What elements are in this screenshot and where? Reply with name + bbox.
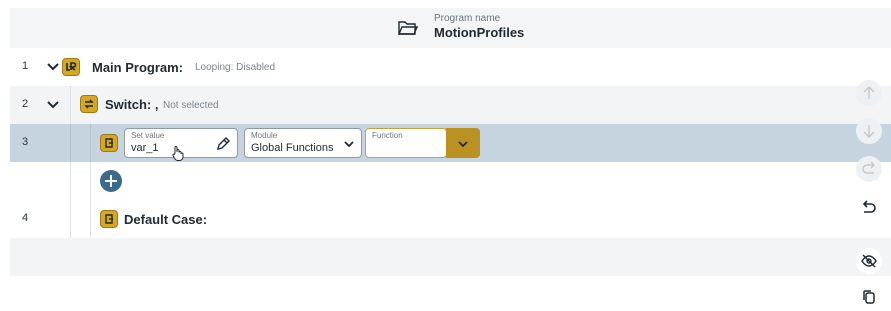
line-number: 2	[22, 98, 29, 110]
chevron-down-icon	[344, 141, 354, 148]
copy-button[interactable]	[856, 284, 882, 310]
hide-button[interactable]	[856, 248, 882, 274]
tree-row-main-program[interactable]: 1 Main Program: Looping: Disabled	[10, 48, 891, 86]
node-icon	[100, 134, 118, 152]
eye-off-icon	[861, 254, 877, 268]
switch-status: Not selected	[163, 100, 219, 111]
line-number: 1	[22, 60, 29, 72]
program-name: MotionProfiles	[434, 25, 525, 40]
ur-logo-icon	[62, 58, 80, 76]
switch-title: Switch: ,	[105, 97, 159, 112]
tree-row-default-case[interactable]: 4 Default Case:	[10, 200, 891, 238]
chevron-down-icon[interactable]	[46, 60, 60, 74]
node-icon	[100, 210, 118, 228]
module-select[interactable]: Module Global Functions	[244, 128, 362, 158]
tree-guide	[70, 86, 71, 124]
line-number: 3	[22, 136, 29, 148]
tree-row-switch[interactable]: 2 Switch: , Not selected	[10, 86, 891, 124]
module-label: Module	[251, 131, 278, 140]
set-value-value: var_1	[131, 142, 159, 154]
move-down-button[interactable]	[856, 118, 882, 144]
function-label: Function	[372, 131, 403, 140]
tree-guide	[90, 200, 91, 238]
looping-status: Looping: Disabled	[195, 62, 276, 73]
function-select[interactable]: Function	[365, 128, 447, 158]
tree-row-empty	[10, 238, 891, 276]
default-case-title: Default Case:	[124, 212, 208, 227]
tree-guide	[90, 124, 91, 162]
move-up-button[interactable]	[856, 80, 882, 106]
main-program-title: Main Program:	[92, 60, 184, 75]
tree-row-add	[10, 162, 891, 200]
tree-row-set-value[interactable]: 3 Set value var_1 Module Global Function…	[10, 124, 891, 162]
tree-guide	[70, 162, 71, 200]
program-name-label: Program name	[434, 13, 501, 24]
tree-guide	[70, 200, 71, 238]
line-number: 4	[22, 212, 29, 224]
arrow-up-icon	[863, 86, 875, 99]
undo-button[interactable]	[856, 194, 882, 220]
tree-guide	[70, 124, 71, 162]
folder-icon	[398, 21, 418, 35]
program-header: Program name MotionProfiles	[10, 8, 891, 48]
tree-guide	[90, 162, 91, 200]
undo-icon	[862, 200, 876, 213]
function-dropdown-button[interactable]	[446, 128, 480, 158]
redo-button[interactable]	[856, 156, 882, 182]
pencil-icon[interactable]	[215, 136, 231, 152]
arrow-down-icon	[863, 125, 875, 138]
module-value: Global Functions	[251, 142, 334, 154]
hand-cursor-icon	[172, 146, 184, 161]
redo-icon	[862, 161, 875, 174]
switch-icon	[80, 95, 98, 113]
chevron-down-icon	[458, 141, 468, 148]
add-node-button[interactable]	[100, 170, 122, 192]
set-value-field[interactable]: Set value var_1	[124, 128, 238, 161]
chevron-down-icon[interactable]	[46, 98, 60, 112]
copy-icon	[863, 290, 875, 304]
set-value-label: Set value	[131, 131, 165, 140]
